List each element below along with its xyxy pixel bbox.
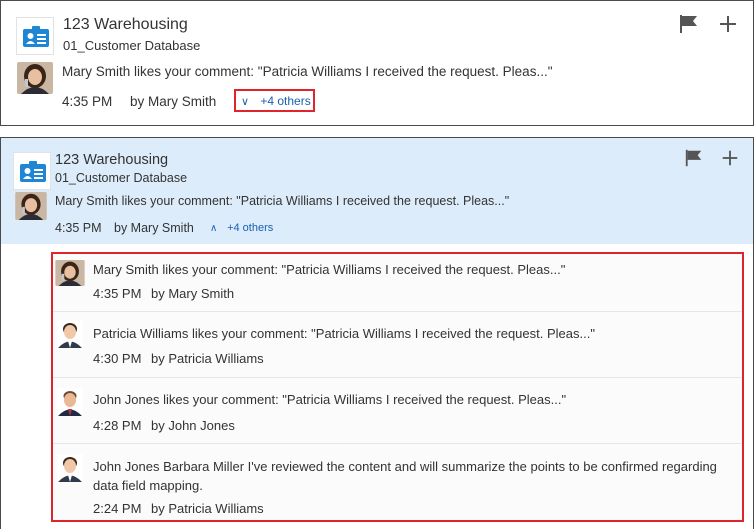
list-item-time: 4:35 PM — [93, 286, 142, 301]
woman-avatar-icon — [55, 260, 85, 286]
list-item[interactable]: John Jones Barbara Miller I've reviewed … — [53, 444, 742, 520]
list-item-message[interactable]: John Jones Barbara Miller I've reviewed … — [93, 457, 733, 495]
avatar — [15, 192, 47, 220]
notification-card-collapsed[interactable]: 123 Warehousing 01_Customer Database Mar… — [0, 0, 754, 126]
list-item-author: by John Jones — [151, 418, 235, 433]
collapse-others-button[interactable]: ∧ +4 others — [210, 222, 273, 234]
app-subtitle[interactable]: 01_Customer Database — [55, 171, 187, 185]
list-item-author: by Patricia Williams — [151, 501, 264, 516]
notification-time: 4:35 PM — [62, 94, 113, 109]
flag-icon — [680, 15, 697, 33]
woman-avatar-icon — [17, 62, 53, 94]
list-item-time: 2:24 PM — [93, 501, 142, 516]
young-man-avatar-icon — [57, 320, 83, 348]
chevron-up-icon: ∧ — [210, 223, 218, 234]
app-subtitle[interactable]: 01_Customer Database — [63, 38, 200, 53]
list-item-time: 4:28 PM — [93, 418, 142, 433]
list-item-author: by Mary Smith — [151, 286, 235, 301]
address-card-icon — [23, 26, 49, 47]
list-item-author: by Patricia Williams — [151, 351, 264, 366]
app-name[interactable]: 123 Warehousing — [63, 16, 188, 34]
flag-button[interactable] — [678, 13, 702, 37]
grouped-notifications-list: Mary Smith likes your comment: "Patricia… — [51, 252, 744, 522]
expand-others-button[interactable]: ∨ +4 others — [241, 94, 311, 108]
notification-message[interactable]: Mary Smith likes your comment: "Patricia… — [62, 64, 553, 79]
plus-icon — [722, 150, 738, 166]
avatar — [57, 320, 83, 348]
add-button[interactable] — [720, 148, 744, 172]
avatar — [55, 260, 85, 286]
list-item-time: 4:30 PM — [93, 351, 142, 366]
notification-time: 4:35 PM — [55, 221, 102, 235]
man-avatar-icon — [57, 388, 83, 416]
list-item-message[interactable]: Patricia Williams likes your comment: "P… — [93, 326, 595, 341]
others-count-label: +4 others — [260, 94, 311, 108]
list-item[interactable]: Mary Smith likes your comment: "Patricia… — [53, 254, 742, 310]
avatar — [17, 62, 53, 94]
avatar — [57, 454, 83, 482]
address-card-icon — [20, 161, 46, 182]
plus-icon — [720, 16, 736, 32]
app-name[interactable]: 123 Warehousing — [55, 152, 168, 168]
app-icon — [16, 17, 54, 55]
list-item-message[interactable]: John Jones likes your comment: "Patricia… — [93, 392, 566, 407]
flag-button[interactable] — [684, 148, 708, 172]
add-button[interactable] — [717, 13, 741, 37]
notification-author: by Mary Smith — [114, 221, 194, 235]
chevron-down-icon: ∨ — [241, 96, 250, 108]
notification-message[interactable]: Mary Smith likes your comment: "Patricia… — [55, 194, 509, 208]
list-item[interactable]: John Jones likes your comment: "Patricia… — [53, 378, 742, 442]
list-item[interactable]: Patricia Williams likes your comment: "P… — [53, 312, 742, 376]
others-count-label: +4 others — [227, 222, 274, 234]
woman-avatar-icon — [15, 192, 47, 220]
notification-card-expanded[interactable]: 123 Warehousing 01_Customer Database Mar… — [0, 137, 754, 529]
young-man-avatar-icon — [57, 454, 83, 482]
notification-author: by Mary Smith — [130, 94, 217, 109]
list-item-message[interactable]: Mary Smith likes your comment: "Patricia… — [93, 262, 565, 277]
app-icon — [13, 152, 51, 190]
avatar — [57, 388, 83, 416]
flag-icon — [685, 149, 702, 167]
